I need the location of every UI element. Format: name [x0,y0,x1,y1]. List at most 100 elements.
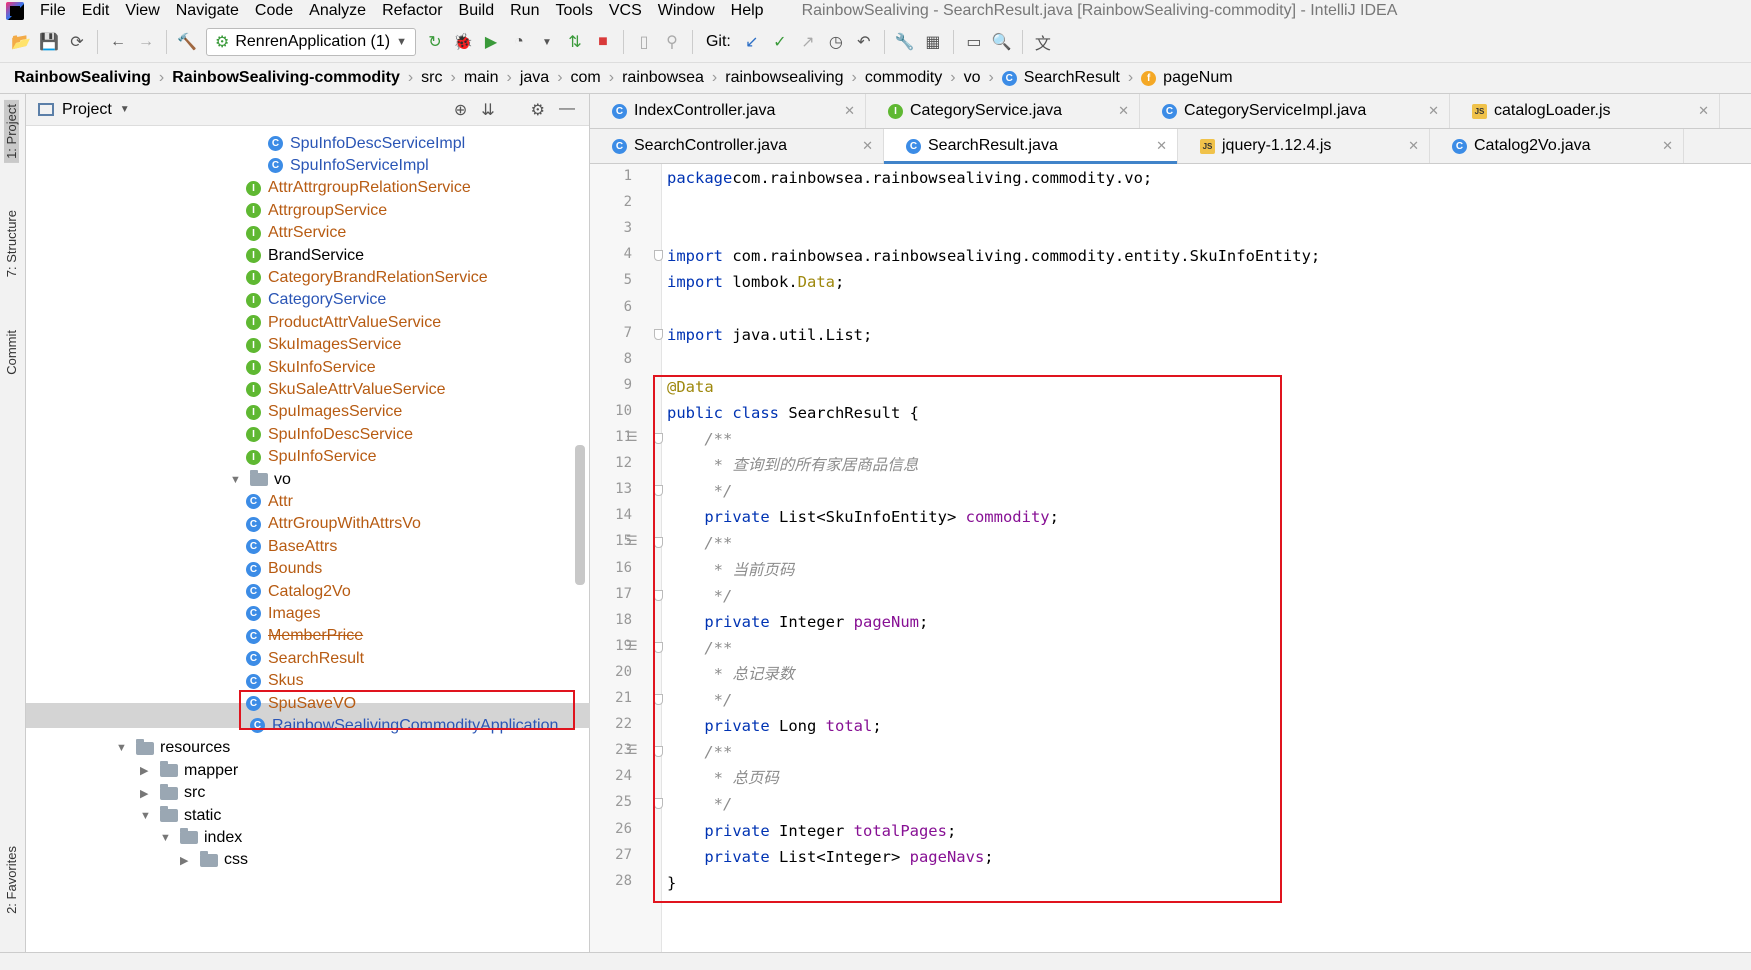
chevron-right-icon[interactable]: ▶ [140,787,154,800]
menu-run[interactable]: Run [502,0,547,22]
sync-icon[interactable]: ⟳ [64,29,90,55]
project-panel-title[interactable]: Project [62,101,112,119]
device-icon[interactable]: ▯ [631,29,657,55]
menu-window[interactable]: Window [650,0,723,22]
menu-code[interactable]: Code [247,0,301,22]
implement-marker-icon[interactable]: ☰ [626,742,638,758]
editor-tab-searchresult-java[interactable]: C SearchResult.java ✕ [884,129,1178,164]
chevron-right-icon[interactable]: ▶ [180,854,194,867]
commit-tool-tab[interactable]: Commit [4,330,19,375]
translate-icon[interactable]: 文 [1030,29,1056,55]
chevron-down-icon[interactable]: ▼ [160,832,174,844]
menu-refactor[interactable]: Refactor [374,0,450,22]
chevron-down-icon[interactable]: ▼ [116,742,130,754]
breadcrumb-item[interactable]: RainbowSealiving [14,69,151,87]
editor-tab-searchcontroller-java[interactable]: C SearchController.java ✕ [590,129,884,163]
settings-wrench-icon[interactable]: 🔧 [892,29,918,55]
tree-item-attrservice[interactable]: I AttrService [246,221,346,246]
tree-item-attrgroupservice[interactable]: I AttrgroupService [246,198,387,223]
update-running-icon[interactable]: ⇅ [562,29,588,55]
presentation-icon[interactable]: ▭ [961,29,987,55]
favorites-tool-tab[interactable]: 2: Favorites [4,846,19,914]
editor-tab-categoryservice-java[interactable]: I CategoryService.java ✕ [866,94,1140,128]
forward-icon[interactable]: → [133,29,159,55]
tree-item-images[interactable]: C Images [246,601,320,626]
tree-item-spuinfodescserviceimpl[interactable]: C SpuInfoDescServiceImpl [268,131,465,156]
rollback-icon[interactable]: ↶ [851,29,877,55]
chevron-right-icon[interactable]: ▶ [140,764,154,777]
save-icon[interactable]: 💾 [36,29,62,55]
menu-file[interactable]: File [32,0,74,22]
tree-item-attrattrgrouprelationservice[interactable]: I AttrAttrgroupRelationService [246,176,471,201]
git-push-icon[interactable]: ↗ [795,29,821,55]
tree-item-vo[interactable]: ▼ vo [230,467,291,492]
more-run-icon[interactable]: ▼ [534,29,560,55]
menu-vcs[interactable]: VCS [601,0,650,22]
chevron-down-icon[interactable]: ▼ [230,474,244,486]
breadcrumb-item[interactable]: › rainbowsealiving [704,69,844,87]
chevron-down-icon[interactable]: ▼ [140,810,154,822]
chevron-down-icon[interactable]: ▼ [120,104,130,115]
tree-item-css[interactable]: ▶ css [180,848,248,873]
close-icon[interactable]: ✕ [1662,138,1673,154]
close-icon[interactable]: ✕ [1698,103,1709,119]
menu-edit[interactable]: Edit [74,0,118,22]
menu-analyze[interactable]: Analyze [301,0,374,22]
close-icon[interactable]: ✕ [1428,103,1439,119]
breadcrumb-item[interactable]: › C SearchResult [980,69,1119,87]
breadcrumb-item[interactable]: › com [549,69,601,87]
implement-marker-icon[interactable]: ☰ [626,429,638,445]
menu-tools[interactable]: Tools [547,0,600,22]
gear-icon[interactable]: ⚙ [531,100,545,120]
editor-tab-catalogloader-js[interactable]: JS catalogLoader.js ✕ [1450,94,1720,128]
open-folder-icon[interactable]: 📂 [8,29,34,55]
breadcrumb-item[interactable]: › f pageNum [1120,69,1233,87]
implement-marker-icon[interactable]: ☰ [626,533,638,549]
tree-item-productattrvalueservice[interactable]: I ProductAttrValueService [246,310,441,335]
tree-item-index[interactable]: ▼ index [160,825,242,850]
breadcrumb-item[interactable]: › java [499,69,550,87]
tree-item-categorybrandrelationservice[interactable]: I CategoryBrandRelationService [246,265,488,290]
tree-item-attr[interactable]: C Attr [246,489,293,514]
tree-item-catalog2vo[interactable]: C Catalog2Vo [246,579,351,604]
git-update-icon[interactable]: ↙ [739,29,765,55]
tree-item-memberprice[interactable]: C MemberPrice [246,624,363,649]
debug-icon[interactable]: 🐞 [450,29,476,55]
project-scrollbar[interactable] [575,445,585,585]
back-icon[interactable]: ← [105,29,131,55]
tree-item-spuimagesservice[interactable]: I SpuImagesService [246,400,402,425]
editor-tab-categoryserviceimpl-java[interactable]: C CategoryServiceImpl.java ✕ [1140,94,1450,128]
fold-marker-icon[interactable] [654,250,663,262]
close-icon[interactable]: ✕ [1408,138,1419,154]
project-tool-tab[interactable]: 1: Project [4,100,19,163]
tree-item-attrgroupwithattrsvo[interactable]: C AttrGroupWithAttrsVo [246,512,421,537]
menu-view[interactable]: View [117,0,167,22]
tree-item-bounds[interactable]: C Bounds [246,557,322,582]
breadcrumb-item[interactable]: › RainbowSealiving-commodity [151,69,400,87]
close-icon[interactable]: ✕ [1156,138,1167,154]
tree-item-spuinfoservice[interactable]: I SpuInfoService [246,445,377,470]
project-structure-icon[interactable]: ▦ [920,29,946,55]
menu-navigate[interactable]: Navigate [168,0,247,22]
tree-item-skusaleattrvalueservice[interactable]: I SkuSaleAttrValueService [246,377,446,402]
rerun-icon[interactable]: ↻ [422,29,448,55]
editor-tab-catalog2vo-java[interactable]: C Catalog2Vo.java ✕ [1430,129,1684,163]
profile-icon[interactable]: ◔ [506,29,532,55]
build-hammer-icon[interactable]: 🔨 [174,29,200,55]
search-icon[interactable]: 🔍 [989,29,1015,55]
menu-build[interactable]: Build [451,0,503,22]
tree-item-skuimagesservice[interactable]: I SkuImagesService [246,333,401,358]
close-icon[interactable]: ✕ [1118,103,1129,119]
breadcrumb-item[interactable]: › vo [942,69,980,87]
attach-icon[interactable]: ⚲ [659,29,685,55]
coverage-icon[interactable]: ▶ [478,29,504,55]
implement-marker-icon[interactable]: ☰ [626,638,638,654]
breadcrumb-item[interactable]: › src [400,69,443,87]
stop-icon[interactable]: ■ [590,29,616,55]
minimize-icon[interactable]: — [559,100,575,120]
editor-tab-indexcontroller-java[interactable]: C IndexController.java ✕ [590,94,866,128]
editor-tab-jquery-1-12-4-js[interactable]: JS jquery-1.12.4.js ✕ [1178,129,1430,163]
collapse-all-icon[interactable]: ⇊ [481,100,494,120]
tree-item-baseattrs[interactable]: C BaseAttrs [246,534,337,559]
menu-help[interactable]: Help [723,0,772,22]
